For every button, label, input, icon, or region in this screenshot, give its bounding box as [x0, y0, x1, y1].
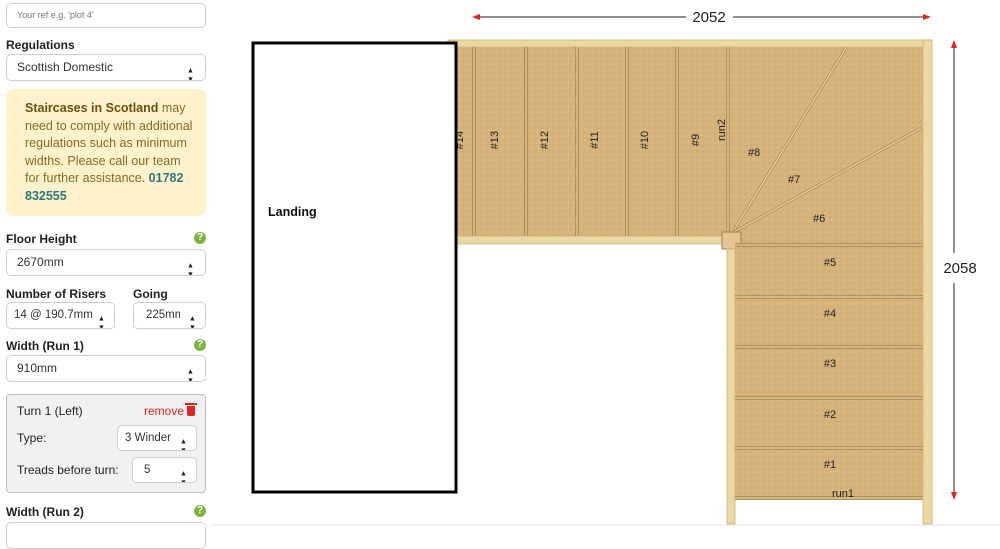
- run1-label: run1: [832, 488, 854, 500]
- run2-tread-label: #10: [639, 131, 651, 149]
- arrow-right-icon: [923, 14, 931, 20]
- landing-area: [251, 41, 458, 494]
- winder-label-6: #6: [813, 213, 825, 225]
- run2-label: run2: [716, 119, 728, 141]
- run1-tread-label: #2: [824, 409, 836, 421]
- run2-tread-label: #9: [690, 134, 702, 146]
- run1-tread-label: #4: [824, 308, 836, 320]
- width-dimension-label: 2052: [692, 9, 725, 26]
- run1-tread-label: #3: [824, 358, 836, 370]
- staircase-drawing: 2052 2058 #14 #13 #12 #11 #10 #9 run2 #8 #7 #…: [212, 9, 1000, 526]
- winder-label-7: #7: [788, 174, 800, 186]
- height-dimension-label: 2058: [943, 260, 976, 277]
- arrow-down-icon: [951, 492, 957, 500]
- run2-tread-label: #13: [489, 131, 501, 149]
- run2-tread-label: #11: [589, 131, 601, 149]
- winder-treads: #8 #7 #6: [721, 47, 924, 250]
- arrow-up-icon: [951, 40, 957, 48]
- height-dimension: 2058: [943, 40, 977, 500]
- run1-tread-label: #1: [824, 459, 836, 471]
- width-dimension: 2052: [472, 9, 931, 26]
- arrow-left-icon: [472, 14, 480, 20]
- landing-label: Landing: [268, 205, 317, 219]
- run1-tread-label: #5: [824, 257, 836, 269]
- winder-label-8: #8: [748, 147, 760, 159]
- run2-tread-label: #12: [539, 131, 551, 149]
